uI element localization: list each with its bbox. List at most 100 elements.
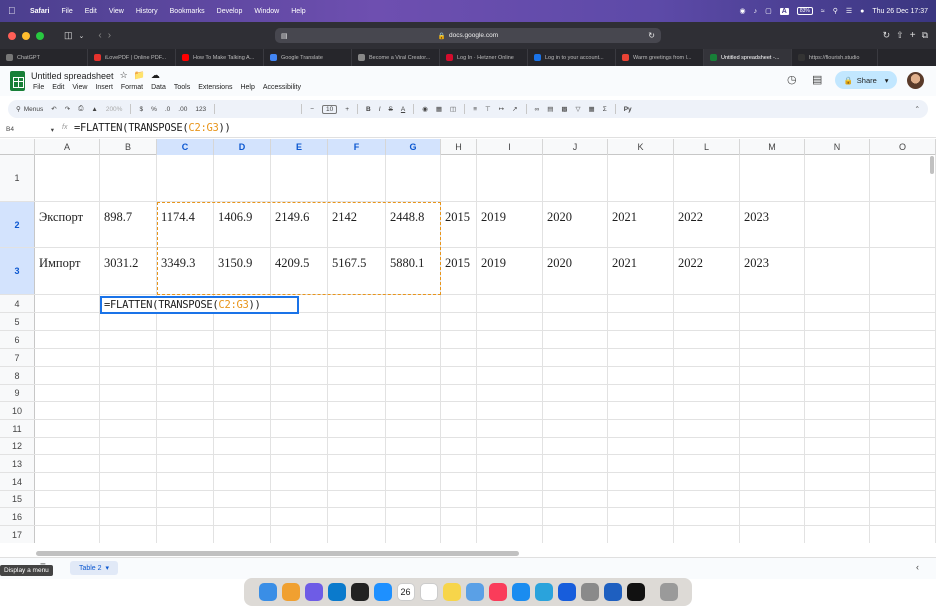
search-menus[interactable]: ⚲ Menus (16, 105, 43, 114)
cell[interactable] (157, 420, 214, 437)
cell[interactable] (805, 202, 870, 247)
chevron-down-icon[interactable]: ▾ (885, 76, 889, 85)
share-page-icon[interactable]: ⇧ (896, 30, 904, 41)
history-icon[interactable]: ◷ (787, 73, 797, 86)
cell[interactable] (477, 349, 543, 366)
cell[interactable] (35, 349, 100, 366)
cell[interactable] (674, 526, 740, 543)
cell[interactable] (157, 455, 214, 472)
cell[interactable]: Экспорт (35, 202, 100, 247)
cell[interactable] (100, 491, 157, 507)
cell[interactable] (608, 295, 674, 312)
cell[interactable]: 2023 (740, 202, 805, 247)
cell[interactable] (100, 349, 157, 366)
cell[interactable]: 2022 (674, 202, 740, 247)
cell[interactable] (386, 508, 441, 525)
cell[interactable] (386, 491, 441, 507)
borders-icon[interactable]: ▦ (436, 105, 442, 113)
cell[interactable] (543, 313, 608, 330)
cell[interactable] (674, 402, 740, 419)
paint-format-icon[interactable]: ▲ (91, 106, 97, 113)
downloads-icon[interactable]: ↻ (883, 30, 891, 41)
avatar[interactable] (907, 72, 924, 89)
cell[interactable] (157, 473, 214, 490)
menubar-item-edit[interactable]: Edit (85, 8, 97, 15)
column-header[interactable]: O (870, 139, 936, 155)
row-header[interactable]: 1 (0, 155, 35, 201)
cell[interactable] (328, 385, 386, 401)
cell[interactable] (441, 473, 477, 490)
cell[interactable] (35, 385, 100, 401)
row-header[interactable]: 17 (0, 526, 35, 543)
cell[interactable] (608, 491, 674, 507)
cell[interactable] (441, 491, 477, 507)
percent-format-button[interactable]: % (151, 106, 157, 113)
telegram-icon[interactable] (534, 583, 553, 601)
cell[interactable] (477, 473, 543, 490)
battery-indicator[interactable]: 83% (796, 7, 813, 15)
menubar-item-develop[interactable]: Develop (217, 8, 243, 15)
cell[interactable] (805, 349, 870, 366)
row-header[interactable]: 2 (0, 202, 35, 247)
cell[interactable] (386, 155, 441, 201)
cell[interactable] (328, 331, 386, 348)
browser-tab[interactable]: Untitled spreadsheet -... (704, 49, 792, 66)
filter-icon[interactable]: ▽ (576, 105, 581, 113)
cell[interactable] (271, 313, 328, 330)
cell[interactable] (214, 349, 271, 366)
cell[interactable] (805, 420, 870, 437)
functions-icon[interactable]: Σ (603, 106, 607, 113)
cell[interactable] (870, 202, 936, 247)
cell[interactable] (674, 313, 740, 330)
cell[interactable] (214, 367, 271, 384)
cell[interactable] (477, 385, 543, 401)
cell[interactable] (608, 385, 674, 401)
row-header[interactable]: 9 (0, 385, 35, 401)
cell[interactable] (328, 491, 386, 507)
notes-icon[interactable] (442, 583, 461, 601)
more-formats-button[interactable]: 123 (195, 106, 206, 113)
minimize-window-button[interactable] (22, 31, 30, 40)
siri-icon[interactable]: ● (860, 8, 864, 15)
undo-icon[interactable]: ↶ (51, 105, 56, 113)
cell[interactable] (441, 385, 477, 401)
cell[interactable] (328, 349, 386, 366)
cell[interactable] (214, 313, 271, 330)
cell[interactable] (35, 420, 100, 437)
zoom-select[interactable]: 200% (106, 106, 123, 113)
cell[interactable] (805, 402, 870, 419)
cell[interactable] (477, 295, 543, 312)
input-tools-button[interactable]: Py (624, 106, 632, 113)
italic-button[interactable]: I (379, 106, 381, 113)
cell[interactable] (870, 420, 936, 437)
row-header[interactable]: 13 (0, 455, 35, 472)
cell[interactable] (157, 313, 214, 330)
cell[interactable] (35, 155, 100, 201)
cell[interactable] (870, 385, 936, 401)
cell[interactable] (477, 491, 543, 507)
cell[interactable] (214, 508, 271, 525)
cell[interactable] (100, 473, 157, 490)
horizontal-align-icon[interactable]: ≡ (473, 106, 477, 113)
column-header[interactable]: N (805, 139, 870, 155)
increase-font-size-button[interactable]: + (345, 106, 349, 113)
cell[interactable] (386, 473, 441, 490)
cell[interactable] (674, 349, 740, 366)
menubar-item-file[interactable]: File (61, 8, 72, 15)
cell[interactable] (608, 438, 674, 454)
new-tab-icon[interactable]: + (910, 30, 916, 41)
cell[interactable] (740, 508, 805, 525)
cell[interactable] (100, 402, 157, 419)
cell[interactable] (271, 367, 328, 384)
trash-icon[interactable] (659, 583, 678, 601)
cell[interactable] (35, 402, 100, 419)
cell[interactable] (608, 313, 674, 330)
cell[interactable] (157, 367, 214, 384)
cell[interactable] (328, 455, 386, 472)
cell[interactable] (477, 313, 543, 330)
menu-extensions[interactable]: Extensions (198, 84, 232, 91)
cell[interactable] (441, 526, 477, 543)
vscode-icon[interactable] (327, 583, 346, 601)
row-header[interactable]: 4 (0, 295, 35, 312)
cell-editor[interactable]: =FLATTEN(TRANSPOSE(C2:G3)) (100, 296, 299, 314)
